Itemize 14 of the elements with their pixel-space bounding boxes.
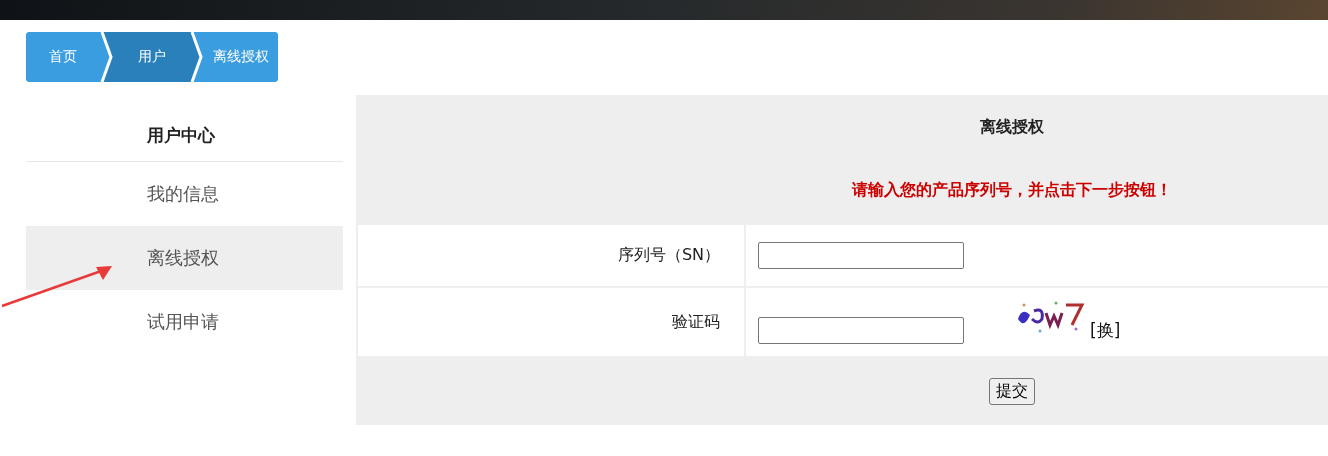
serial-number-field[interactable] <box>758 242 964 269</box>
field-label: 验证码 <box>358 288 746 356</box>
refresh-link[interactable]: [换] <box>1090 319 1121 342</box>
chevron-separator-icon <box>188 32 205 82</box>
sidebar-item[interactable]: 试用申请 <box>26 290 343 354</box>
submit-button[interactable]: 提交 <box>989 378 1035 405</box>
form-title: 离线授权 <box>980 117 1044 138</box>
sidebar-item[interactable]: 离线授权 <box>26 226 343 290</box>
instruction-text: 请输入您的产品序列号，并点击下一步按钮！ <box>852 180 1172 201</box>
chevron-separator-icon <box>99 32 116 82</box>
sidebar-title: 用户中心 <box>26 110 343 162</box>
captcha-field[interactable] <box>758 317 964 344</box>
sidebar-item[interactable]: 我的信息 <box>26 162 343 226</box>
field-label: 序列号（SN） <box>358 225 746 286</box>
